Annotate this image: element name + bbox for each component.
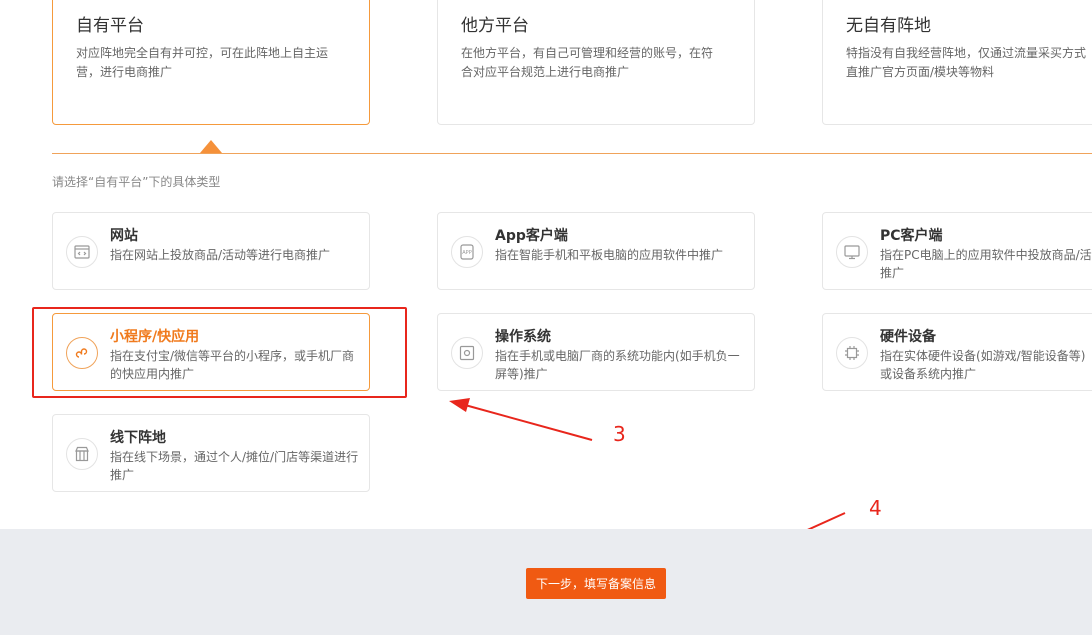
annotation-label-4: 4 xyxy=(869,496,882,520)
next-step-button[interactable]: 下一步，填写备案信息 xyxy=(526,568,666,599)
annotation-label-3: 3 xyxy=(613,422,626,446)
